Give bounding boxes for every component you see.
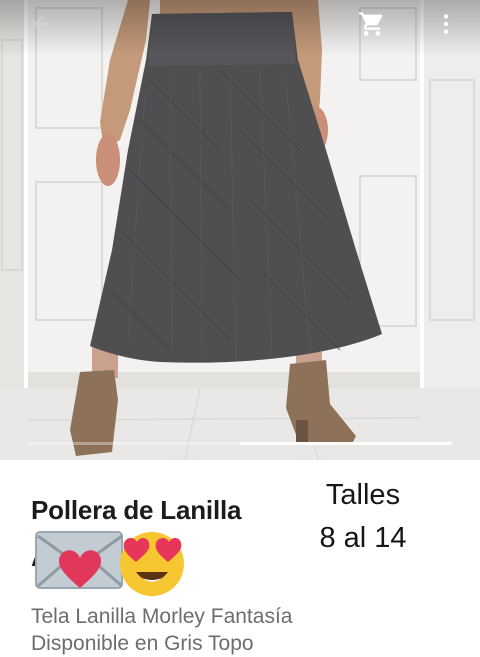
product-description: Tela Lanilla Morley Fantasía Disponible … (31, 603, 451, 657)
gallery-page-indicator (240, 442, 452, 445)
product-photo[interactable] (0, 0, 480, 460)
gallery-indicator-track (28, 442, 240, 445)
arrow-left-icon[interactable] (26, 8, 58, 40)
product-title: Pollera de Lanilla (31, 495, 242, 525)
product-info: Pollera de Lanilla A Talles 8 al 14 Tela… (0, 460, 480, 655)
sizes-range: 8 al 14 (319, 522, 407, 554)
more-vertical-icon[interactable] (430, 8, 462, 40)
description-line-1: Tela Lanilla Morley Fantasía (31, 605, 293, 628)
toolbar-scrim (0, 0, 480, 56)
product-image-gallery[interactable] (0, 0, 480, 460)
shopping-cart-icon[interactable] (356, 8, 388, 40)
heart-eyes-emoji (120, 532, 184, 596)
love-letter-emoji (35, 531, 123, 589)
sizes-label: Talles (325, 479, 401, 511)
